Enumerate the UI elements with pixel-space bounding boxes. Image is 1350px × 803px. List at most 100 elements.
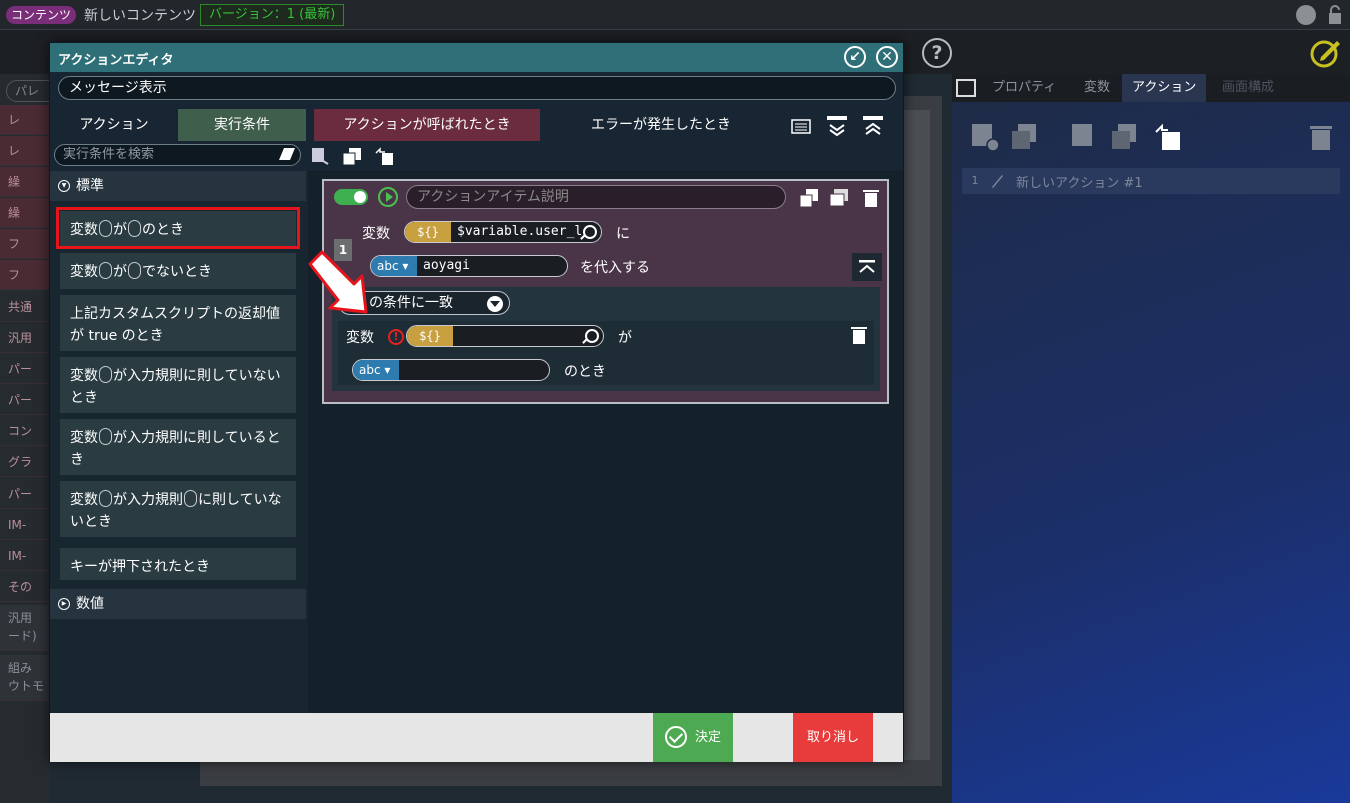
ok-label: 決定 [695,730,722,745]
right-panel: プロパティ 変数 アクション 画面構成 1 新しいアクション #1 [952,74,1350,803]
condition-list-panel: ▼ 標準 変数がのとき 変数がでないとき 上記カスタムスクリプトの返却値が true… [50,171,306,713]
condition-search-input[interactable]: 実行条件を検索 [54,144,301,166]
condition-item[interactable]: キーが押下されたとき [60,548,296,580]
panel-toggle-icon[interactable] [956,79,976,97]
variable-type-tag: ${} [405,222,451,242]
palette-item[interactable]: レ [0,105,50,135]
right-panel-tabs: プロパティ 変数 アクション 画面構成 [952,74,1350,102]
palette-item[interactable]: 繰 [0,198,50,228]
pencil-icon [992,175,1003,188]
condition-item[interactable]: 変数が入力規則に則していないとき [60,481,296,537]
palette-item[interactable]: コン [0,416,50,446]
condition-text: が [113,264,127,280]
palette-item[interactable]: IM- [0,541,50,571]
tab-on-error[interactable]: エラーが発生したとき [546,109,776,141]
search-icon[interactable] [585,329,599,343]
palette-item[interactable]: パー [0,479,50,509]
condition-copy-icon[interactable] [342,147,362,165]
lock-icon[interactable] [1327,5,1343,25]
tab-exec-condition[interactable]: 実行条件 [178,109,306,141]
condition-item[interactable]: 変数が入力規則に則していないとき [60,357,296,413]
play-icon[interactable] [378,187,398,207]
condition-cut-icon[interactable] [310,147,330,165]
palette-item[interactable]: パー [0,354,50,384]
palette-item[interactable]: 汎用 ード) [0,605,50,651]
content-title[interactable]: 新しいコンテンツ [84,5,196,25]
category-numeric[interactable]: ▶ 数値 [50,589,306,619]
palette-item[interactable]: レ [0,136,50,166]
action-editor-dialog: アクションエディタ ↙ ✕ メッセージ表示 アクション 実行条件 アクションが呼… [49,42,904,762]
version-badge[interactable]: バージョン：1 (最新) [200,4,345,26]
list-icon[interactable] [790,115,812,137]
condition-item[interactable]: 変数 が入力規則に則しているとき [60,419,296,475]
tab-on-called[interactable]: アクションが呼ばれたとき [314,109,540,141]
action-name-input[interactable]: メッセージ表示 [58,76,896,100]
user-avatar-icon[interactable] [1296,5,1316,25]
eraser-icon[interactable] [278,147,296,161]
copy-icon[interactable] [1110,122,1140,152]
category-standard[interactable]: ▼ 標準 [50,171,306,201]
condition-value-type-dropdown[interactable]: abc ▾ [353,360,399,380]
collapse-item-icon[interactable] [852,253,882,281]
paste-icon[interactable] [1152,122,1182,152]
palette-item[interactable]: IM- [0,510,50,540]
ga-label: が [618,330,632,346]
condition-group: この条件に一致 変数 ! ${} が abc ▾ のとき [332,287,880,391]
palette-item[interactable]: パー [0,385,50,415]
condition-value-field[interactable]: abc ▾ [352,359,550,381]
tab-property[interactable]: プロパティ [982,74,1066,102]
action-item-card: アクションアイテム説明 1 変数 ${} $variable.user_l に … [322,179,889,404]
action-item-description-input[interactable]: アクションアイテム説明 [406,185,786,209]
palette-item[interactable]: フ [0,229,50,259]
copy-action-icon[interactable] [1010,122,1040,152]
help-icon[interactable]: ? [922,38,952,68]
palette-item[interactable]: グラ [0,447,50,477]
variable-field[interactable]: ${} $variable.user_l [404,221,602,243]
delete-condition-icon[interactable] [850,325,868,345]
condition-item[interactable]: 上記カスタムスクリプトの返却値が true のとき [60,295,296,351]
close-icon[interactable]: ✕ [876,46,898,68]
dialog-title: アクションエディタ [58,53,174,68]
collapse-all-icon[interactable] [862,115,884,137]
content-badge: コンテンツ [6,6,77,24]
value-field[interactable]: abc ▾ aoyagi [370,255,568,277]
assign-label: を代入する [580,260,650,276]
palette-item[interactable]: フ [0,260,50,290]
placeholder-ring-icon [184,490,197,507]
palette-item[interactable]: 共通 [0,292,50,322]
trash-icon[interactable] [1306,122,1336,152]
condition-paste-icon[interactable] [374,147,394,165]
tab-screen-structure[interactable]: 画面構成 [1212,74,1284,102]
condition-text: が入力規則 [113,492,183,508]
condition-text: キーが押下されたとき [70,559,210,575]
palette-item[interactable]: 繰 [0,167,50,197]
expand-all-icon[interactable] [826,115,848,137]
palette-item[interactable]: 組み ウトモ [0,655,50,701]
enable-toggle[interactable] [334,189,368,205]
edit-mode-icon[interactable] [1309,35,1343,69]
tab-action[interactable]: アクション [1122,74,1207,102]
condition-text: 変数 [70,368,98,384]
delete-item-icon[interactable] [860,187,882,209]
tab-action-edit[interactable]: アクション [50,109,178,141]
check-icon [665,726,687,748]
action-label: 新しいアクション #1 [1016,176,1143,191]
cut-action-icon[interactable] [1070,122,1100,152]
condition-variable-field[interactable]: ${} [406,325,604,347]
top-bar: コンテンツ 新しいコンテンツ バージョン：1 (最新) [0,0,1350,30]
copy-item-icon[interactable] [798,187,820,209]
tab-variable[interactable]: 変数 [1074,74,1120,102]
cancel-button[interactable]: 取り消し [793,713,873,762]
ok-button[interactable]: 決定 [653,713,733,762]
action-list-item[interactable]: 1 新しいアクション #1 [962,168,1340,194]
palette-item[interactable]: その [0,572,50,602]
dropdown-icon[interactable] [487,296,503,312]
duplicate-item-icon[interactable] [828,187,850,209]
condition-item[interactable]: 変数がでないとき [60,253,296,289]
placeholder-ring-icon [99,262,112,279]
category-label: 数値 [76,596,104,612]
add-action-icon[interactable] [970,122,1000,152]
shrink-icon[interactable]: ↙ [844,46,866,68]
search-icon[interactable] [583,225,597,239]
palette-item[interactable]: 汎用 [0,323,50,353]
